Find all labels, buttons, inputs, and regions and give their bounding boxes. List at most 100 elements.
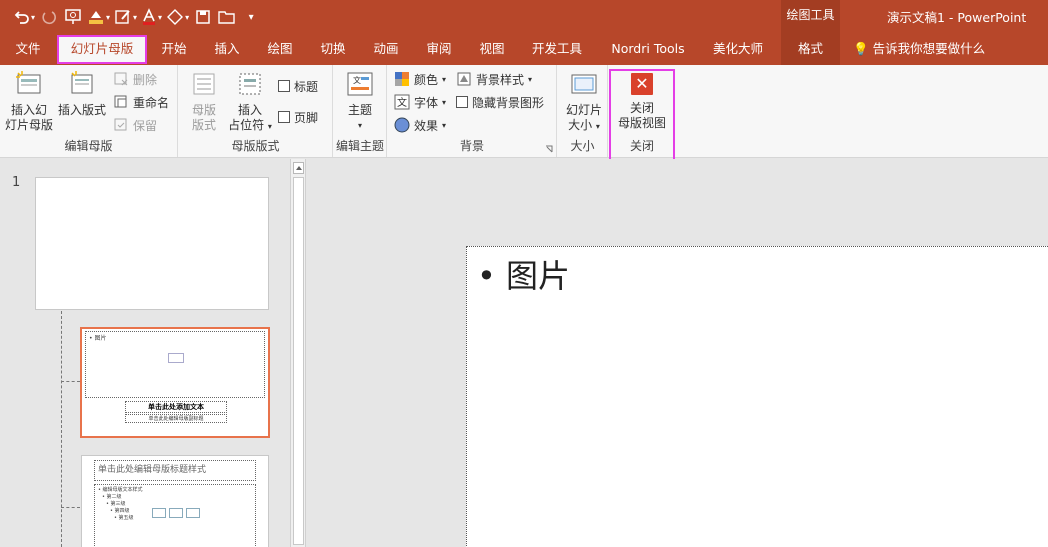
slide-size-label-1: 幻灯片 <box>565 103 602 117</box>
background-styles-button[interactable]: 背景样式 ▾ <box>456 69 532 89</box>
colors-button[interactable]: 颜色 ▾ <box>394 69 446 89</box>
slide-size-button[interactable]: 幻灯片 大小 ▾ <box>562 69 606 134</box>
rename-button[interactable]: 重命名 <box>113 92 169 112</box>
context-tools-title: 绘图工具 <box>781 0 840 34</box>
tab-animations[interactable]: 动画 <box>364 34 408 65</box>
group-edit-theme: 文 主题 ▾ 编辑主题 <box>334 65 387 157</box>
font-color-icon[interactable]: ▾ <box>141 6 162 28</box>
tab-review[interactable]: 审阅 <box>417 34 461 65</box>
insert-master-icon <box>16 71 41 94</box>
tab-nordri-tools[interactable]: Nordri Tools <box>603 34 693 65</box>
scroll-thumb[interactable] <box>293 177 304 545</box>
chevron-down-icon: ▾ <box>357 121 362 130</box>
undo-icon[interactable]: ▾ <box>14 6 35 28</box>
save-icon[interactable] <box>193 6 213 28</box>
insert-layout-icon <box>71 71 93 94</box>
tab-slide-master[interactable]: 幻灯片母版 <box>57 35 147 64</box>
preserve-button[interactable]: 保留 <box>113 115 157 135</box>
background-styles-icon <box>457 72 471 86</box>
delete-label: 删除 <box>133 72 158 87</box>
tab-beautify[interactable]: 美化大师 <box>705 34 771 65</box>
customize-icon[interactable]: ▾ <box>241 6 261 28</box>
colors-icon <box>395 72 409 86</box>
insert-layout-button[interactable]: 插入版式 <box>56 69 108 118</box>
tell-me-box[interactable]: 💡 告诉我你想要做什么 <box>853 34 985 65</box>
body-level-2: • 第二级 <box>102 494 122 500</box>
scroll-up-button[interactable] <box>293 162 304 174</box>
present-icon[interactable] <box>63 6 83 28</box>
hide-background-checkbox-box[interactable] <box>456 96 468 108</box>
rename-label: 重命名 <box>133 95 170 110</box>
open-icon[interactable] <box>217 6 237 28</box>
group-background: 颜色 ▾ 文 字体 ▾ 效果 ▾ 背景样式 ▾ 隐藏背景图形 背景 <box>388 65 557 157</box>
insert-placeholder-button[interactable]: 插入 占位符 ▾ <box>225 69 275 134</box>
hide-background-checkbox[interactable]: 隐藏背景图形 <box>456 92 544 112</box>
title-checkbox-box[interactable] <box>278 80 290 92</box>
group-edit-theme-label: 编辑主题 <box>335 139 384 153</box>
body-level-1: • 编辑母版文本样式 <box>98 487 143 493</box>
master-layout-label-2: 版式 <box>191 118 216 132</box>
slide-canvas[interactable]: • 图片 <box>466 246 1048 547</box>
insert-slide-master-button[interactable]: 插入幻 灯片母版 <box>4 69 54 133</box>
insert-placeholder-label-1: 插入 <box>237 103 262 117</box>
thumbnail-scrollbar[interactable] <box>290 159 306 547</box>
tab-insert[interactable]: 插入 <box>205 34 249 65</box>
document-title: 演示文稿1 - PowerPoint <box>887 10 1027 25</box>
chevron-down-icon: ▾ <box>442 97 447 107</box>
chevron-down-icon: ▾ <box>442 74 447 84</box>
chevron-down-icon: ▾ <box>267 122 272 131</box>
tab-transitions[interactable]: 切换 <box>311 34 355 65</box>
theme-label: 主题 <box>347 103 372 117</box>
shape-icon[interactable]: ▾ <box>166 6 189 28</box>
master-thumbnail[interactable] <box>35 177 269 310</box>
master-layout-button[interactable]: 母版 版式 <box>185 69 223 133</box>
svg-text:文: 文 <box>353 75 361 85</box>
colors-label: 颜色 <box>414 72 439 87</box>
rename-icon <box>114 95 127 108</box>
format-painter-icon[interactable]: ▾ <box>87 6 110 28</box>
tab-developer[interactable]: 开发工具 <box>525 34 589 65</box>
fonts-label: 字体 <box>414 95 439 110</box>
chevron-down-icon: ▾ <box>442 120 447 130</box>
tab-file[interactable]: 文件 <box>4 34 52 65</box>
footer-checkbox-box[interactable] <box>278 111 290 123</box>
group-size: 幻灯片 大小 ▾ 大小 <box>558 65 608 157</box>
layout-picture-placeholder: • 图片 <box>85 331 265 398</box>
dialog-launcher-icon[interactable] <box>545 145 553 153</box>
master-layout-label-1: 母版 <box>191 103 216 117</box>
group-master-layout-label: 母版版式 <box>231 139 280 153</box>
title-checkbox[interactable]: 标题 <box>278 76 318 96</box>
tree-connector <box>61 311 62 547</box>
group-size-label: 大小 <box>570 139 595 153</box>
tab-format[interactable]: 格式 <box>781 34 840 65</box>
effects-label: 效果 <box>414 118 439 133</box>
ribbon-tabs: 文件 幻灯片母版 开始 插入 绘图 切换 动画 审阅 视图 开发工具 Nordr… <box>0 34 1048 65</box>
slide-size-label-2-text: 大小 <box>568 118 593 132</box>
redo-icon[interactable] <box>39 6 59 28</box>
insert-placeholder-label-2-text: 占位符 <box>228 118 265 132</box>
tab-view[interactable]: 视图 <box>470 34 514 65</box>
slide-size-icon <box>571 74 597 94</box>
body-level-3: • 第三级 <box>106 501 126 507</box>
slide-bullet-text[interactable]: • 图片 <box>477 251 570 297</box>
tab-draw[interactable]: 绘图 <box>258 34 302 65</box>
footer-checkbox-label: 页脚 <box>294 110 319 125</box>
group-edit-master-label: 编辑母版 <box>64 139 113 153</box>
chevron-down-icon: ▾ <box>528 74 533 84</box>
layout-thumbnail-selected[interactable]: • 图片 单击此处添加文本 单击此处编辑母版副标题 <box>80 327 270 438</box>
tree-connector-branch <box>61 381 80 382</box>
fonts-button[interactable]: 文 字体 ▾ <box>394 92 446 112</box>
layout-thumbnail[interactable]: 单击此处编辑母版标题样式 • 编辑母版文本样式 • 第二级 • 第三级 • 第四… <box>81 455 269 547</box>
tab-home[interactable]: 开始 <box>152 34 196 65</box>
insert-master-label-2: 灯片母版 <box>4 118 53 132</box>
layout-subtitle-placeholder: 单击此处编辑母版副标题 <box>125 414 227 423</box>
effects-button[interactable]: 效果 ▾ <box>394 115 446 135</box>
delete-icon <box>114 72 128 86</box>
footer-checkbox[interactable]: 页脚 <box>278 107 318 127</box>
hide-background-label: 隐藏背景图形 <box>472 95 545 110</box>
title-bar: ▾ ▾ ▾ ▾ ▾ ▾ 绘图工具 演示文稿1 - PowerPoint <box>0 0 1048 34</box>
delete-button[interactable]: 删除 <box>113 69 157 89</box>
draw-icon[interactable]: ▾ <box>114 6 137 28</box>
lightbulb-icon: 💡 <box>853 41 869 56</box>
theme-button[interactable]: 文 主题 ▾ <box>341 69 379 133</box>
